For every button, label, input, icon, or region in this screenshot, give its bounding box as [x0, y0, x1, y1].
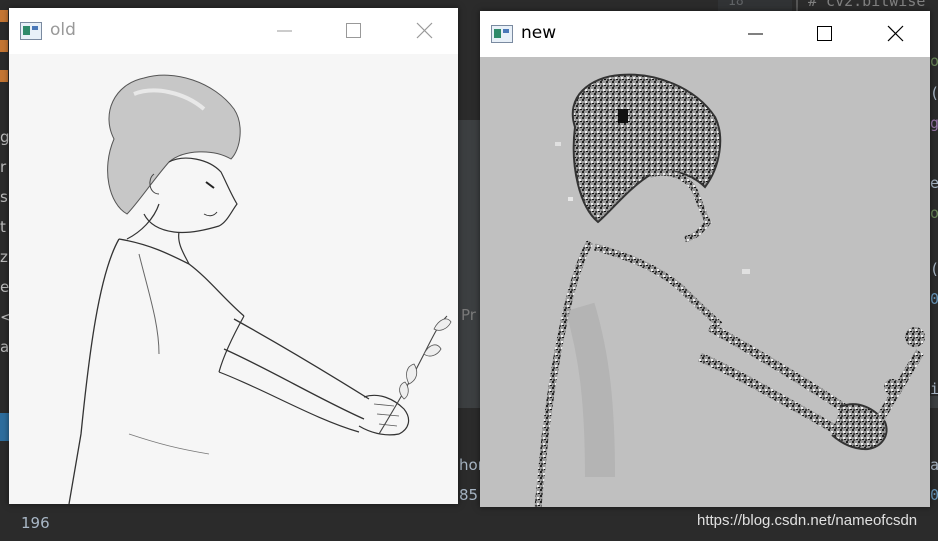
- ide-marker: [0, 70, 8, 82]
- status-number: 196: [21, 514, 50, 532]
- ide-line-number: 18: [728, 0, 744, 9]
- maximize-icon: [346, 23, 361, 38]
- ide-right-char: i: [930, 380, 938, 398]
- close-button[interactable]: [401, 8, 447, 54]
- ide-right-char: (: [930, 84, 938, 102]
- maximize-button[interactable]: [330, 8, 376, 54]
- minimize-button[interactable]: [732, 11, 778, 57]
- processed-image-canvas: [480, 57, 930, 507]
- original-image-canvas: [9, 54, 458, 504]
- minimize-icon: [748, 33, 763, 35]
- image-window-old[interactable]: old: [9, 8, 458, 504]
- image-window-new[interactable]: new: [480, 11, 930, 507]
- line-art-illustration: [68, 74, 452, 504]
- app-icon: [20, 22, 42, 40]
- ide-partial-text: Pr: [461, 306, 476, 324]
- window-titlebar[interactable]: old: [9, 8, 458, 54]
- app-icon: [491, 25, 513, 43]
- window-title: old: [50, 20, 76, 40]
- minimize-button[interactable]: [261, 8, 307, 54]
- ide-right-char: o: [930, 52, 938, 70]
- ide-right-char: a: [930, 456, 938, 474]
- ide-right-char: 0: [930, 290, 938, 308]
- watermark-text: https://blog.csdn.net/nameofcsdn: [697, 512, 918, 529]
- window-title: new: [521, 23, 557, 43]
- ide-right-char: (: [930, 260, 938, 278]
- minimize-icon: [277, 30, 292, 32]
- ide-right-char: g: [930, 114, 938, 132]
- ide-console-text: 85: [459, 486, 479, 504]
- maximize-button[interactable]: [801, 11, 847, 57]
- window-titlebar[interactable]: new: [480, 11, 930, 57]
- ide-right-char: 0: [930, 486, 938, 504]
- close-icon: [887, 25, 904, 42]
- ide-right-char: e: [930, 174, 938, 192]
- ide-right-char: o: [930, 204, 938, 222]
- close-button[interactable]: [872, 11, 918, 57]
- ide-marker: [0, 10, 8, 22]
- close-icon: [416, 22, 433, 39]
- noisy-edge-illustration: [534, 73, 925, 507]
- maximize-icon: [817, 26, 832, 41]
- ide-code-line: # cv2.bitwise: [808, 0, 926, 10]
- ide-marker: [0, 40, 8, 52]
